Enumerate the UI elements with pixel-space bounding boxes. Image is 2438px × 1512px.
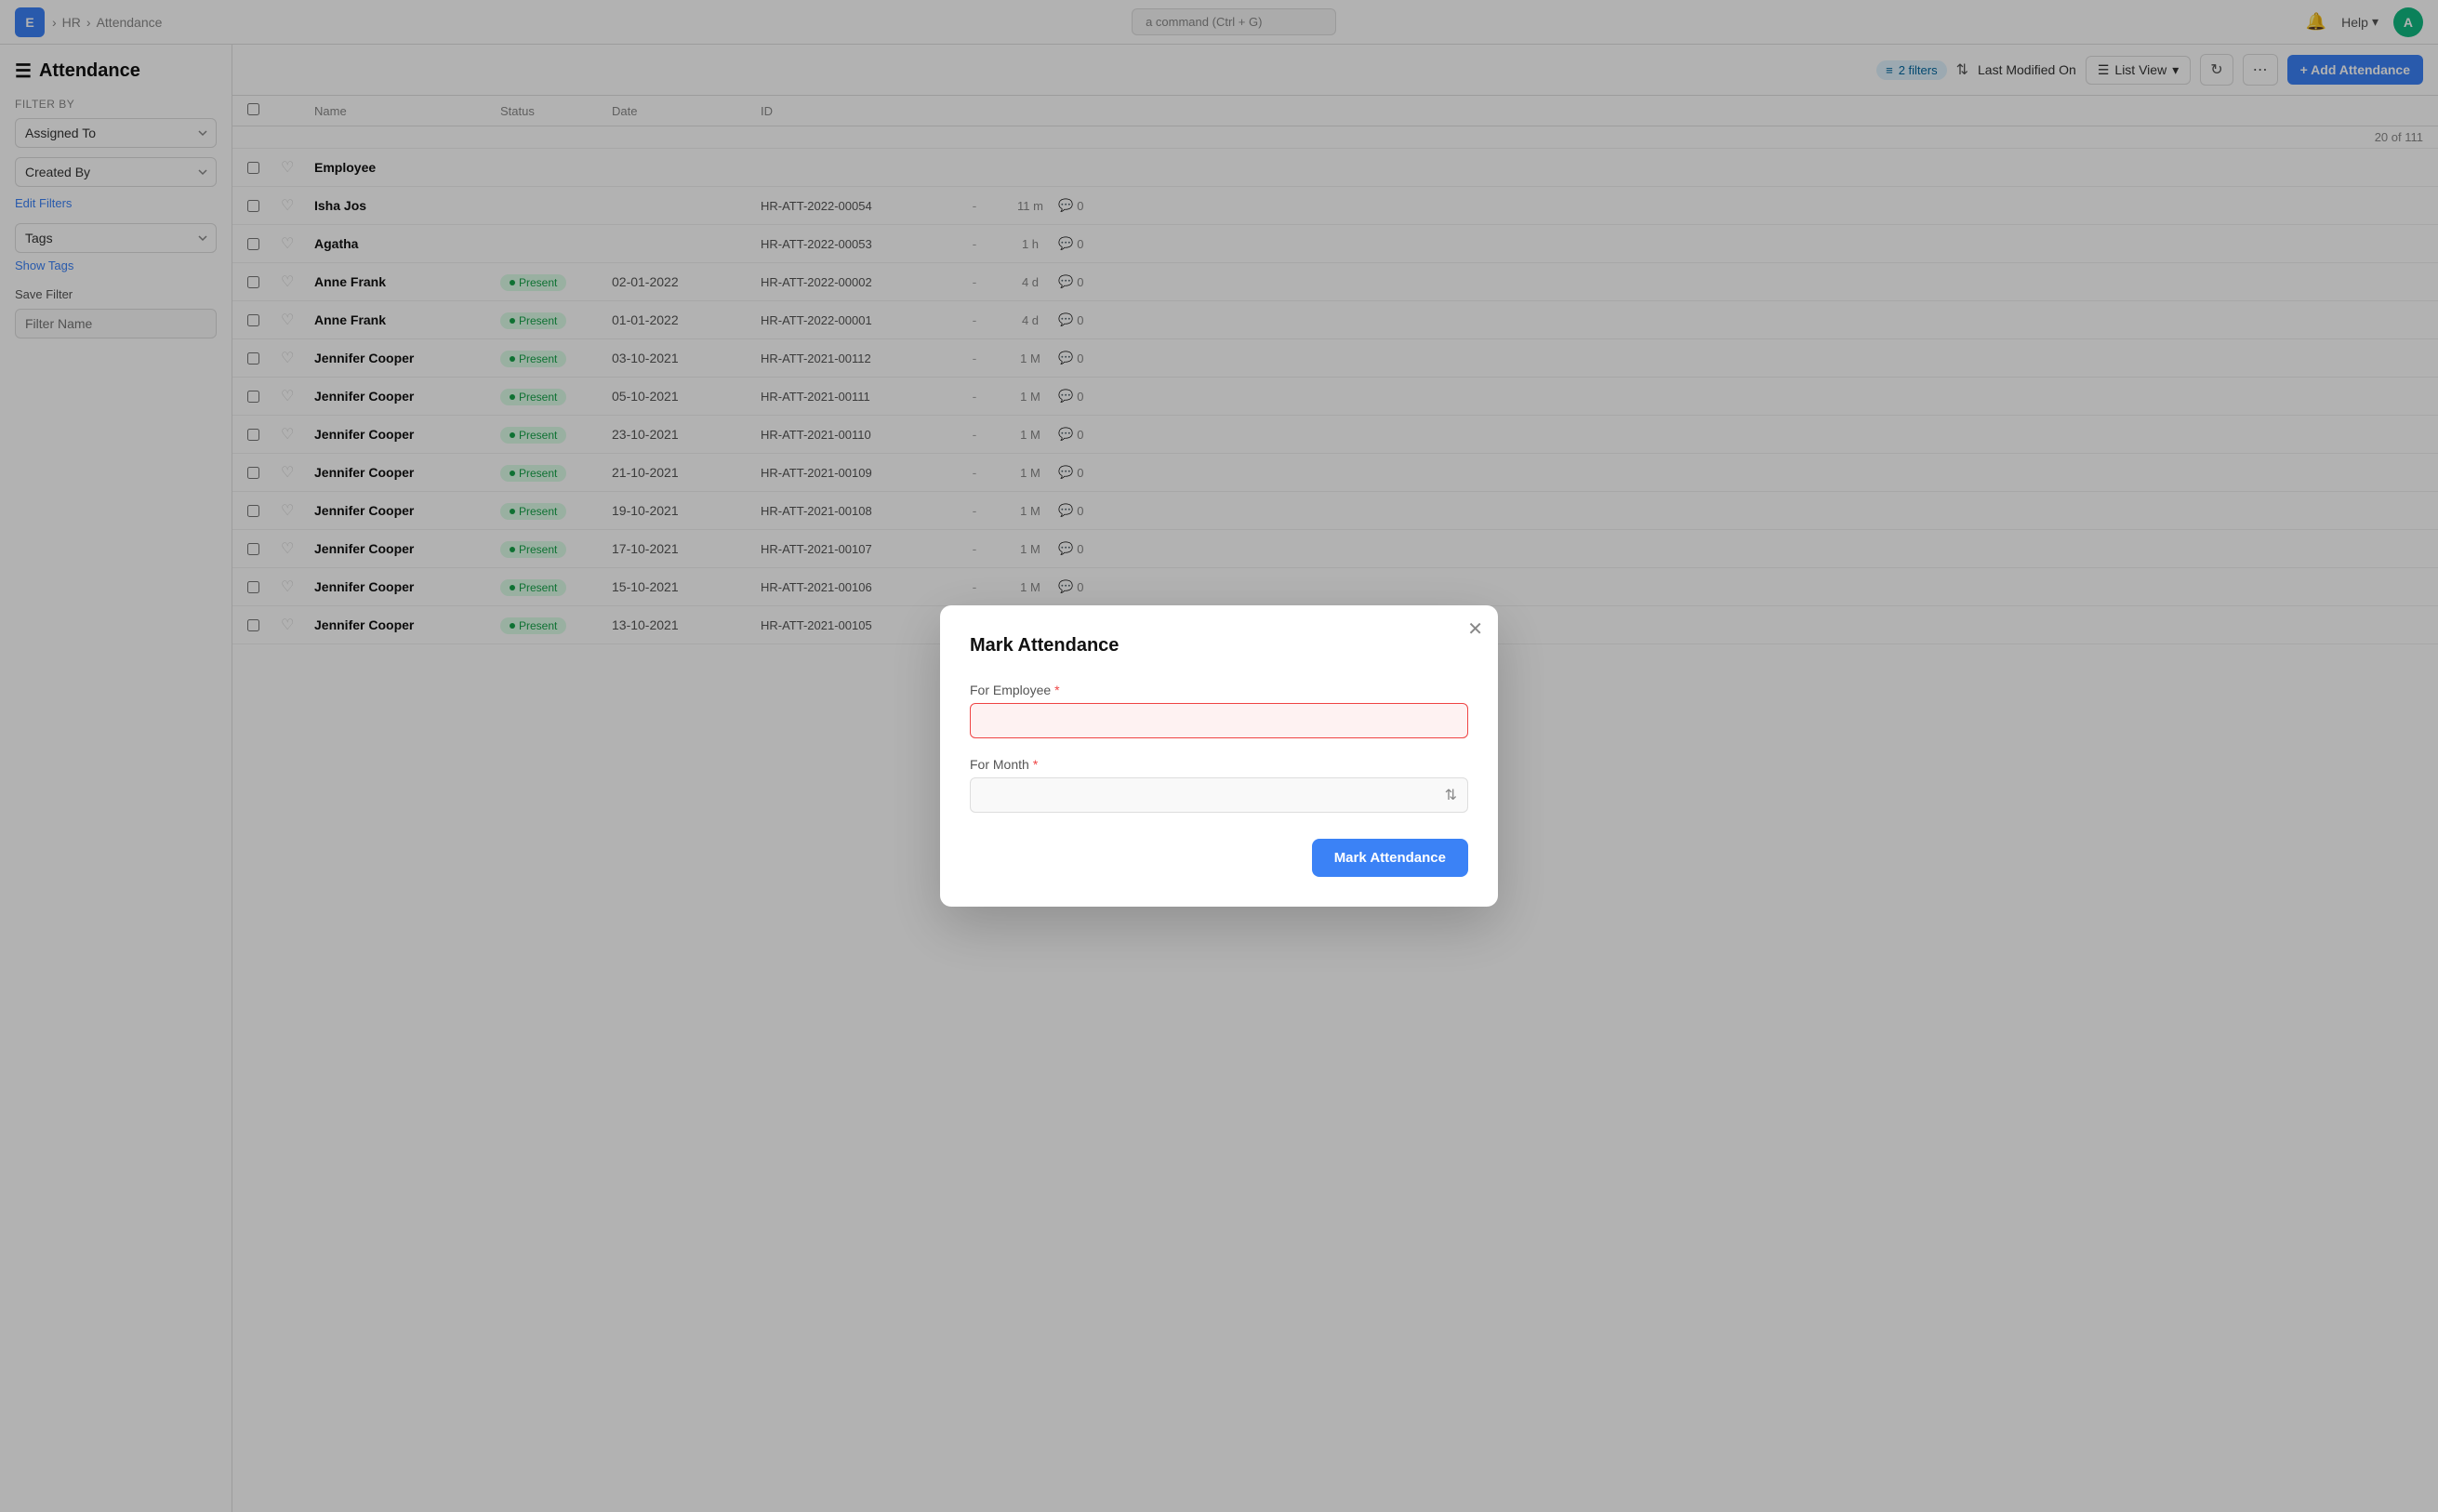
for-employee-group: For Employee * [970, 683, 1468, 738]
for-employee-input[interactable] [970, 703, 1468, 738]
modal-overlay[interactable]: Mark Attendance ✕ For Employee * For Mon… [0, 0, 2438, 1512]
for-month-group: For Month * ⇅ [970, 757, 1468, 813]
modal-footer: Mark Attendance [970, 839, 1468, 877]
modal-close-button[interactable]: ✕ [1467, 620, 1483, 639]
mark-attendance-submit-button[interactable]: Mark Attendance [1312, 839, 1468, 877]
for-month-select-wrapper: ⇅ [970, 777, 1468, 813]
month-required-star: * [1033, 757, 1038, 772]
modal-title: Mark Attendance [970, 635, 1468, 657]
mark-attendance-modal: Mark Attendance ✕ For Employee * For Mon… [940, 605, 1498, 907]
employee-required-star: * [1054, 683, 1059, 697]
for-employee-label: For Employee * [970, 683, 1468, 697]
for-month-select[interactable] [970, 777, 1468, 813]
for-month-label: For Month * [970, 757, 1468, 772]
